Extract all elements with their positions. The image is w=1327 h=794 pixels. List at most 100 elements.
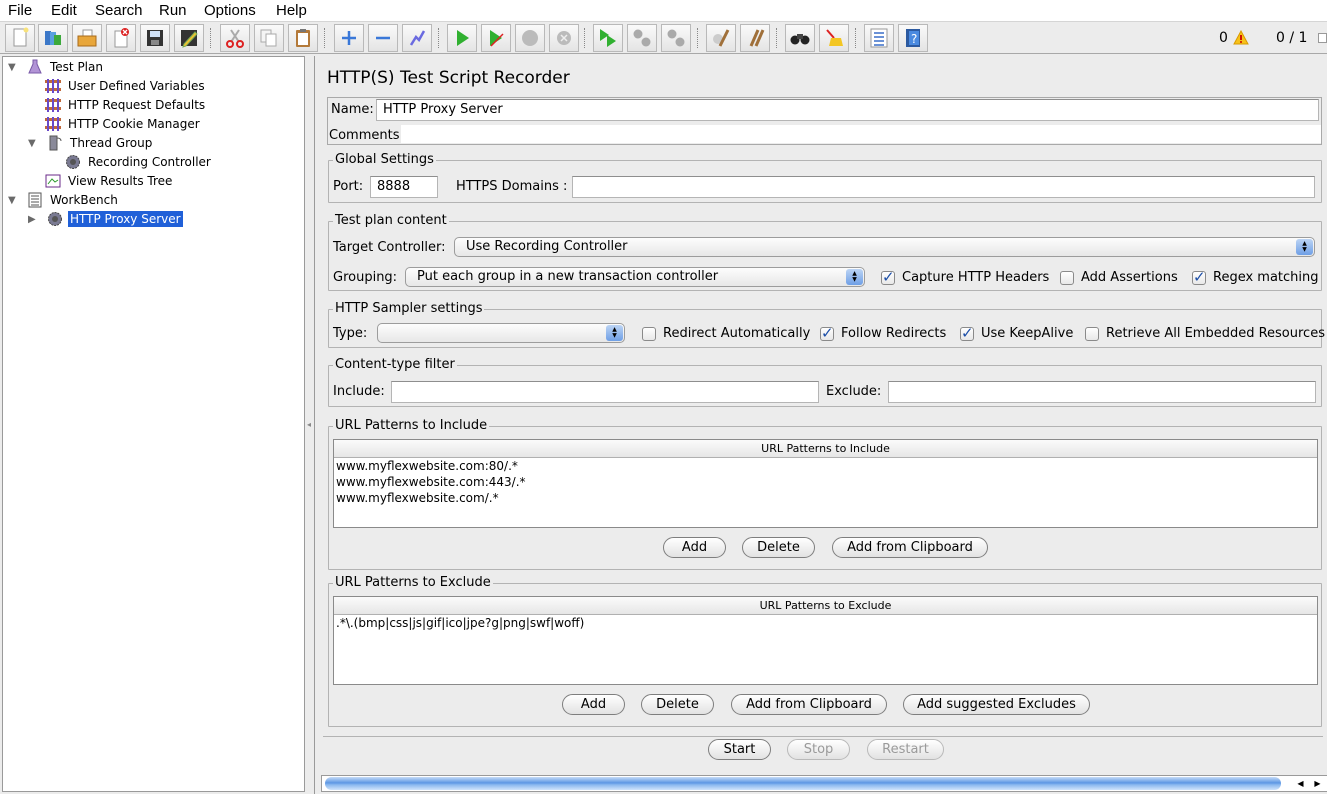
running-indicator xyxy=(1318,33,1327,43)
menu-options[interactable]: Options xyxy=(204,2,256,19)
remote-shutdown-all-button[interactable] xyxy=(661,24,691,52)
table-row[interactable]: .*\.(bmp|css|js|gif|ico|jpe?g|png|swf|wo… xyxy=(334,615,1317,631)
tree-node-thread-group[interactable]: Thread Group xyxy=(45,133,154,152)
close-icon xyxy=(114,28,129,48)
tree-node-recording-controller[interactable]: Recording Controller xyxy=(63,152,213,171)
scrollbar-thumb[interactable] xyxy=(325,777,1281,790)
tree-node-test-plan[interactable]: Test Plan xyxy=(25,57,105,76)
tree-node-workbench[interactable]: WorkBench xyxy=(25,190,120,209)
collapse-icon xyxy=(376,36,390,40)
exclude-add-button[interactable]: Add xyxy=(562,694,625,715)
clear-all-button[interactable] xyxy=(740,24,770,52)
grouping-select[interactable]: Put each group in a new transaction cont… xyxy=(405,267,865,287)
exclude-delete-button[interactable]: Delete xyxy=(641,694,714,715)
type-label: Type: xyxy=(333,326,368,341)
menu-edit[interactable]: Edit xyxy=(51,2,77,19)
comments-field[interactable] xyxy=(401,125,1321,143)
expand-all-button[interactable] xyxy=(334,24,364,52)
test-plan-content-legend: Test plan content xyxy=(333,213,449,228)
tree-node-view-results-tree[interactable]: View Results Tree xyxy=(43,171,174,190)
url-include-column-header[interactable]: URL Patterns to Include xyxy=(334,440,1317,458)
regex-matching-checkbox[interactable]: Regex matching xyxy=(1192,268,1319,286)
tree-node-user-defined-variables[interactable]: User Defined Variables xyxy=(43,76,207,95)
redirect-automatically-checkbox[interactable]: Redirect Automatically xyxy=(642,326,810,341)
test-plan-icon xyxy=(25,58,45,76)
remote-stop-all-button[interactable] xyxy=(627,24,657,52)
add-suggested-excludes-button[interactable]: Add suggested Excludes xyxy=(903,694,1090,715)
content-type-exclude-field[interactable] xyxy=(888,381,1316,403)
close-button[interactable] xyxy=(106,24,136,52)
split-pane-divider[interactable]: ◂ xyxy=(306,56,314,792)
add-assertions-checkbox[interactable]: Add Assertions xyxy=(1060,270,1178,285)
restart-recording-button[interactable]: Restart xyxy=(867,739,944,760)
name-field[interactable]: HTTP Proxy Server xyxy=(376,99,1319,121)
collapse-arrow-icon[interactable]: ▼ xyxy=(8,62,16,73)
tree-node-http-proxy-server[interactable]: HTTP Proxy Server xyxy=(45,209,183,228)
table-row[interactable]: www.myflexwebsite.com:443/.* xyxy=(334,474,1317,490)
warning-icon[interactable] xyxy=(1233,30,1249,45)
expand-arrow-icon[interactable]: ▶ xyxy=(28,214,36,225)
clear-all-icon xyxy=(749,29,765,47)
menu-help[interactable]: Help xyxy=(276,2,307,19)
menu-search[interactable]: Search xyxy=(95,2,143,19)
toggle-button[interactable] xyxy=(402,24,432,52)
stop-recording-button[interactable]: Stop xyxy=(787,739,850,760)
paste-button[interactable] xyxy=(288,24,318,52)
remote-start-all-button[interactable] xyxy=(593,24,623,52)
reset-search-button[interactable] xyxy=(819,24,849,52)
shutdown-button[interactable] xyxy=(549,24,579,52)
tree-node-http-cookie-manager[interactable]: HTTP Cookie Manager xyxy=(43,114,202,133)
table-row[interactable]: www.myflexwebsite.com:80/.* xyxy=(334,458,1317,474)
new-button[interactable] xyxy=(5,24,35,52)
checkbox-checked-icon xyxy=(960,324,974,342)
start-no-pauses-button[interactable] xyxy=(481,24,511,52)
search-button[interactable] xyxy=(785,24,815,52)
menu-run[interactable]: Run xyxy=(159,2,187,19)
checkbox-checked-icon xyxy=(1192,268,1206,286)
copy-button[interactable] xyxy=(254,24,284,52)
save-button[interactable] xyxy=(140,24,170,52)
select-arrows-icon: ▲ ▼ xyxy=(1296,239,1313,255)
start-button[interactable] xyxy=(447,24,477,52)
scroll-right-arrow-icon[interactable]: ▶ xyxy=(1309,776,1326,791)
checkbox-checked-icon xyxy=(881,268,895,286)
controller-icon xyxy=(45,210,65,228)
include-add-button[interactable]: Add xyxy=(663,537,726,558)
function-helper-button[interactable] xyxy=(864,24,894,52)
target-controller-select[interactable]: Use Recording Controller ▲ ▼ xyxy=(454,237,1315,257)
help-button[interactable]: ? xyxy=(898,24,928,52)
tree-node-http-request-defaults[interactable]: HTTP Request Defaults xyxy=(43,95,207,114)
sampler-type-select[interactable]: ▲ ▼ xyxy=(377,323,625,343)
clear-button[interactable] xyxy=(706,24,736,52)
port-field[interactable]: 8888 xyxy=(370,176,438,198)
open-button[interactable] xyxy=(72,24,102,52)
stop-button[interactable] xyxy=(515,24,545,52)
https-domains-field[interactable] xyxy=(572,176,1315,198)
content-type-include-field[interactable] xyxy=(391,381,819,403)
exclude-add-from-clipboard-button[interactable]: Add from Clipboard xyxy=(731,694,887,715)
capture-http-headers-checkbox[interactable]: Capture HTTP Headers xyxy=(881,268,1049,286)
target-controller-value: Use Recording Controller xyxy=(466,239,628,254)
include-delete-button[interactable]: Delete xyxy=(742,537,815,558)
follow-redirects-checkbox[interactable]: Follow Redirects xyxy=(820,324,946,342)
collapse-arrow-icon[interactable]: ▼ xyxy=(28,138,36,149)
save-icon xyxy=(147,30,163,46)
retrieve-embedded-resources-checkbox[interactable]: Retrieve All Embedded Resources xyxy=(1085,326,1325,341)
url-exclude-column-header[interactable]: URL Patterns to Exclude xyxy=(334,597,1317,615)
horizontal-scrollbar[interactable]: ◀ ▶ xyxy=(321,775,1327,792)
thread-group-icon xyxy=(45,134,65,152)
include-add-from-clipboard-button[interactable]: Add from Clipboard xyxy=(832,537,988,558)
scroll-left-arrow-icon[interactable]: ◀ xyxy=(1292,776,1309,791)
start-recording-button[interactable]: Start xyxy=(708,739,771,760)
menu-file[interactable]: File xyxy=(8,2,32,19)
collapse-arrow-icon[interactable]: ▼ xyxy=(8,195,16,206)
global-settings-legend: Global Settings xyxy=(333,152,436,167)
use-keepalive-checkbox[interactable]: Use KeepAlive xyxy=(960,324,1073,342)
cut-button[interactable] xyxy=(220,24,250,52)
templates-button[interactable] xyxy=(38,24,68,52)
controller-icon xyxy=(63,153,83,171)
collapse-all-button[interactable] xyxy=(368,24,398,52)
table-row[interactable]: www.myflexwebsite.com/.* xyxy=(334,490,1317,506)
https-domains-label: HTTPS Domains : xyxy=(456,179,568,194)
save-as-button[interactable] xyxy=(174,24,204,52)
